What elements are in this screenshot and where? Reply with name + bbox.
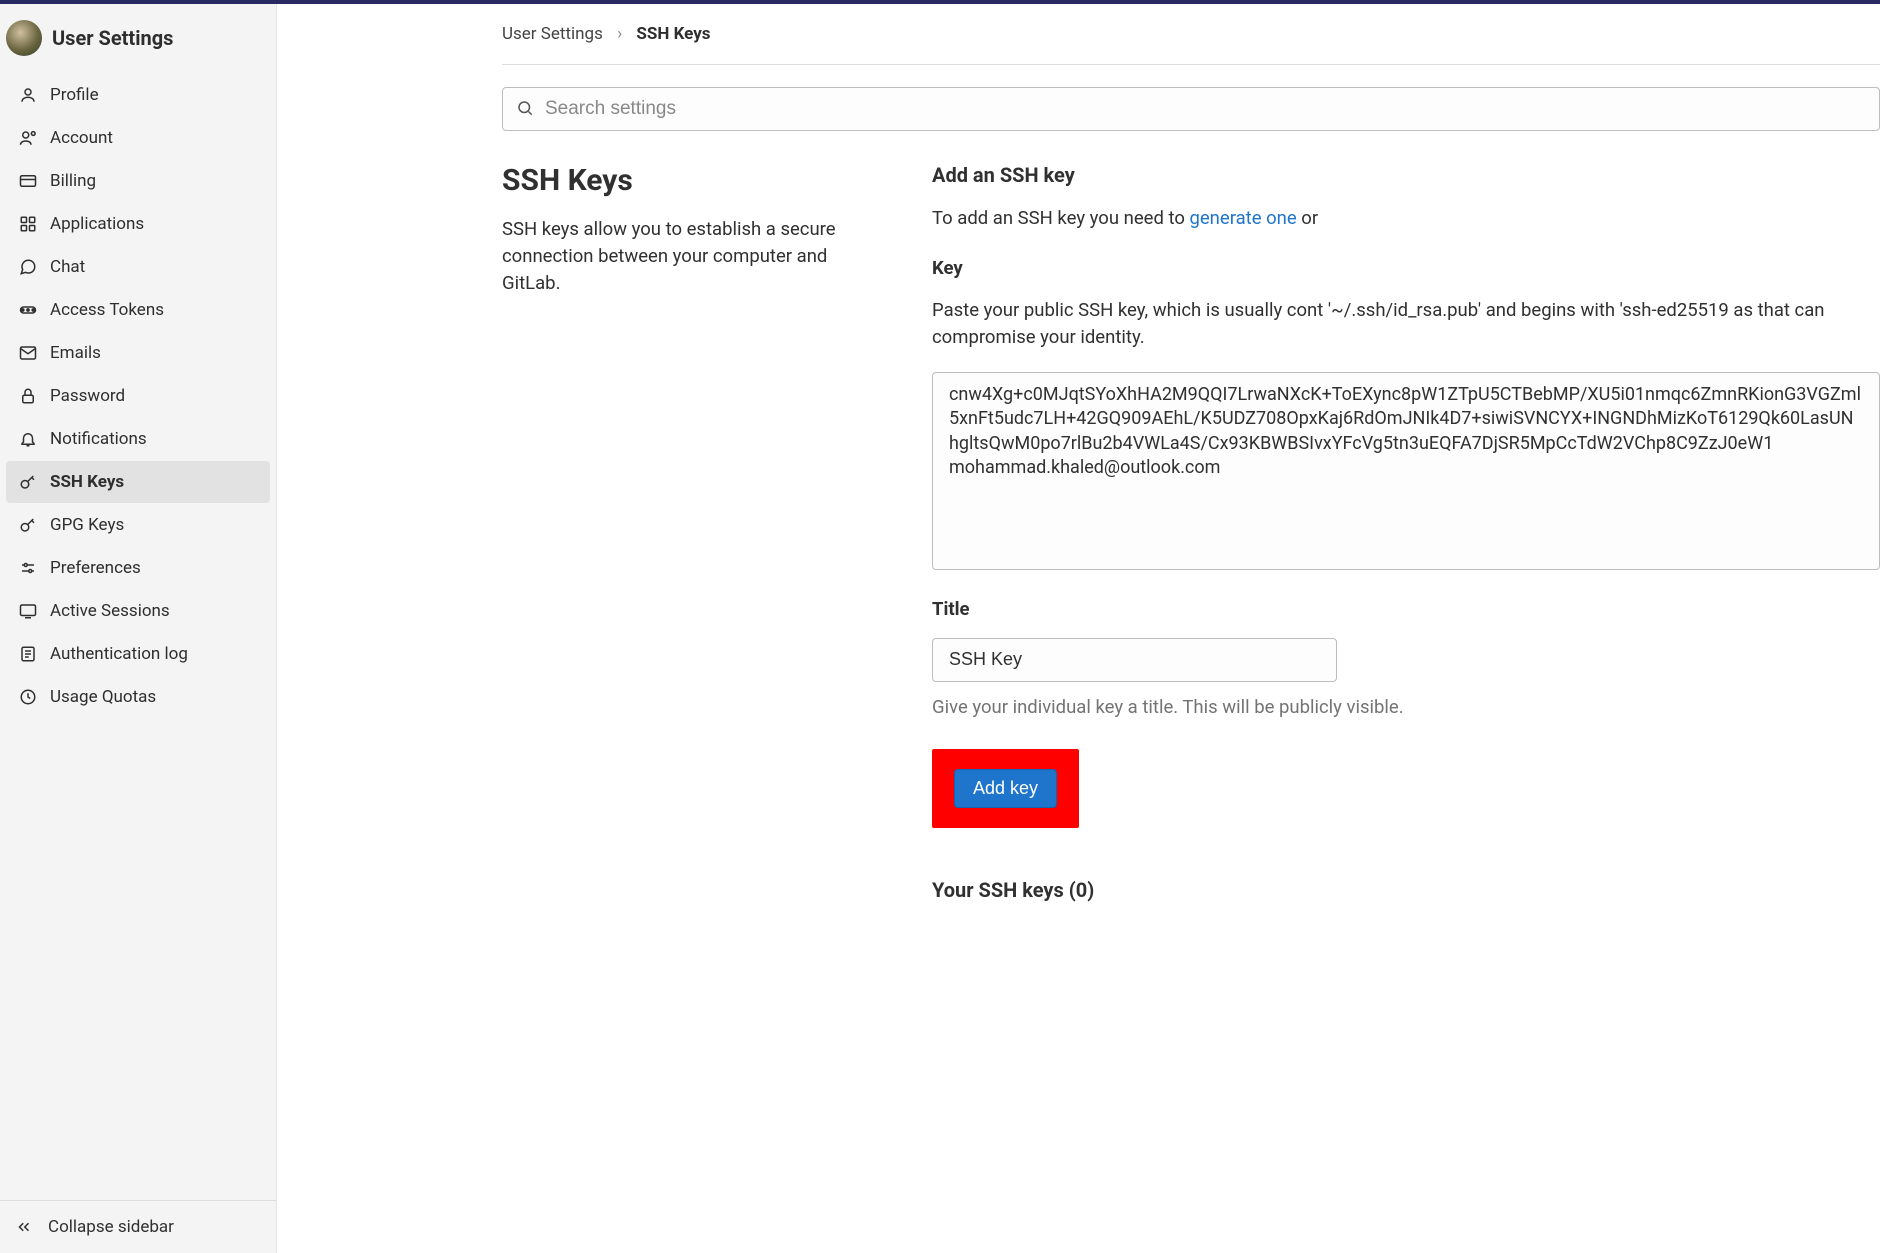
key-label: Key [932, 255, 1880, 283]
collapse-icon [14, 1217, 34, 1237]
sidebar-item-label: Billing [50, 171, 96, 191]
page-description: SSH keys allow you to establish a secure… [502, 216, 882, 296]
collapse-sidebar-button[interactable]: Collapse sidebar [0, 1200, 276, 1253]
sidebar-item-billing[interactable]: Billing [6, 160, 270, 202]
sidebar-header: User Settings [0, 4, 276, 74]
ssh-keys-icon [18, 472, 38, 492]
sidebar-title: User Settings [52, 26, 173, 50]
sidebar-item-label: Authentication log [50, 644, 188, 664]
sidebar-item-label: Usage Quotas [50, 687, 156, 707]
breadcrumb-parent[interactable]: User Settings [502, 24, 603, 44]
sidebar-item-label: Notifications [50, 429, 147, 449]
main-content: User Settings › SSH Keys SSH Keys SSH ke… [277, 4, 1880, 1253]
sidebar-item-authentication-log[interactable]: Authentication log [6, 633, 270, 675]
sidebar-item-label: Password [50, 386, 125, 406]
sidebar-item-access-tokens[interactable]: Access Tokens [6, 289, 270, 331]
sidebar-item-emails[interactable]: Emails [6, 332, 270, 374]
sidebar-item-label: Emails [50, 343, 101, 363]
active-sessions-icon [18, 601, 38, 621]
sidebar-item-label: Applications [50, 214, 144, 234]
title-help: Give your individual key a title. This w… [932, 694, 1880, 721]
title-label: Title [932, 596, 1880, 624]
generate-one-link[interactable]: generate one [1189, 207, 1296, 229]
account-icon [18, 128, 38, 148]
access-tokens-icon [18, 300, 38, 320]
sidebar-item-preferences[interactable]: Preferences [6, 547, 270, 589]
sidebar-item-usage-quotas[interactable]: Usage Quotas [6, 676, 270, 718]
preferences-icon [18, 558, 38, 578]
profile-icon [18, 85, 38, 105]
breadcrumb: User Settings › SSH Keys [502, 24, 1880, 65]
key-textarea[interactable] [932, 372, 1880, 570]
add-key-button[interactable]: Add key [954, 769, 1057, 808]
sidebar-item-label: GPG Keys [50, 515, 124, 535]
password-icon [18, 386, 38, 406]
sidebar-item-label: Active Sessions [50, 601, 170, 621]
your-keys-heading: Your SSH keys (0) [932, 878, 1880, 902]
search-icon [516, 99, 534, 117]
sidebar-item-ssh-keys[interactable]: SSH Keys [6, 461, 270, 503]
billing-icon [18, 171, 38, 191]
sidebar-item-active-sessions[interactable]: Active Sessions [6, 590, 270, 632]
sidebar-item-label: Account [50, 128, 113, 148]
gpg-keys-icon [18, 515, 38, 535]
sidebar-item-label: Access Tokens [50, 300, 164, 320]
form-heading: Add an SSH key [932, 163, 1880, 187]
chat-icon [18, 257, 38, 277]
title-input[interactable] [932, 638, 1337, 682]
emails-icon [18, 343, 38, 363]
breadcrumb-current: SSH Keys [636, 24, 710, 44]
add-key-highlight: Add key [932, 749, 1079, 828]
authentication-log-icon [18, 644, 38, 664]
avatar[interactable] [6, 20, 42, 56]
sidebar-item-chat[interactable]: Chat [6, 246, 270, 288]
search-input[interactable] [502, 87, 1880, 131]
sidebar-item-label: SSH Keys [50, 472, 124, 492]
sidebar-item-label: Profile [50, 85, 99, 105]
sidebar-item-notifications[interactable]: Notifications [6, 418, 270, 460]
form-instruction: To add an SSH key you need to generate o… [932, 205, 1880, 233]
breadcrumb-separator: › [617, 24, 622, 44]
sidebar-item-gpg-keys[interactable]: GPG Keys [6, 504, 270, 546]
applications-icon [18, 214, 38, 234]
sidebar-item-password[interactable]: Password [6, 375, 270, 417]
sidebar-item-account[interactable]: Account [6, 117, 270, 159]
notifications-icon [18, 429, 38, 449]
usage-quotas-icon [18, 687, 38, 707]
sidebar-item-label: Chat [50, 257, 85, 277]
key-help: Paste your public SSH key, which is usua… [932, 297, 1880, 353]
sidebar: User Settings Profile Account Billing Ap… [0, 4, 277, 1253]
sidebar-item-profile[interactable]: Profile [6, 74, 270, 116]
page-title: SSH Keys [502, 163, 882, 198]
sidebar-item-applications[interactable]: Applications [6, 203, 270, 245]
sidebar-item-label: Preferences [50, 558, 141, 578]
collapse-label: Collapse sidebar [48, 1217, 174, 1237]
